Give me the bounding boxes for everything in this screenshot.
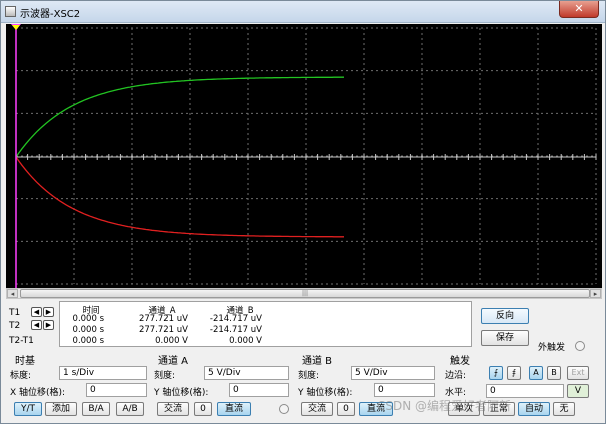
channel-b-scale-field[interactable]: 5 V/Div — [351, 366, 435, 380]
timebase-scale-label: 标度: — [10, 371, 32, 381]
reverse-button[interactable]: 反向 — [481, 308, 529, 324]
channel-a-scale-label: 刻度: — [154, 371, 176, 381]
oscilloscope-window: 示波器-XSC2 ✕ ◂ ||| ▸ T1 ◀ ▶ T2 ◀ ▶ T2-T1 时… — [0, 0, 606, 424]
readout-t2-channel-b: -214.717 uV — [209, 325, 262, 335]
ext-trigger-radio[interactable] — [575, 341, 585, 351]
scroll-right-icon[interactable]: ▸ — [590, 289, 601, 298]
mode-ba-button[interactable]: B/A — [82, 402, 110, 416]
ext-trigger-label: 外触发 — [538, 343, 566, 353]
channel-b-ac-button[interactable]: 交流 — [301, 402, 333, 416]
channel-a-gnd-button[interactable]: 0 — [194, 402, 212, 416]
readout-t1-time: 0.000 s — [72, 314, 104, 324]
t1-label: T1 — [9, 308, 21, 318]
channel-a-dc-button[interactable]: 直流 — [217, 402, 251, 416]
channel-b-scale-label: 刻度: — [298, 371, 320, 381]
trigger-source-b-button[interactable]: B — [547, 366, 561, 380]
window-title: 示波器-XSC2 — [20, 9, 81, 20]
timebase-xpos-label: X 轴位移(格): — [10, 388, 66, 398]
timebase-scale-field[interactable]: 1 s/Div — [59, 366, 147, 380]
mode-add-button[interactable]: 添加 — [45, 402, 77, 416]
t2-right-arrow-icon[interactable]: ▶ — [43, 320, 54, 330]
trigger-edge-label: 边沿: — [445, 371, 467, 381]
trigger-title: 触发 — [450, 356, 470, 367]
channel-a-ypos-field[interactable]: 0 — [229, 383, 289, 397]
readout-diff-channel-b: 0.000 V — [229, 336, 262, 346]
t2-left-arrow-icon[interactable]: ◀ — [31, 320, 42, 330]
trigger-auto-button[interactable]: 自动 — [518, 402, 550, 416]
trigger-level-field[interactable]: 0 — [486, 384, 564, 398]
channel-a-scale-field[interactable]: 5 V/Div — [204, 366, 289, 380]
csdn-watermark: CSDN @编程爱好者阿新 — [377, 399, 512, 413]
readout-t1-channel-b: -214.717 uV — [209, 314, 262, 324]
oscilloscope-display — [6, 24, 602, 288]
trigger-level-unit: V — [567, 384, 589, 398]
channel-a-title: 通道 A — [158, 356, 189, 367]
readout-diff-time: 0.000 s — [72, 336, 104, 346]
readout-t2-channel-a: 277.721 uV — [138, 325, 188, 335]
grip-icon: ||| — [301, 290, 309, 297]
mode-ab-button[interactable]: A/B — [116, 402, 144, 416]
measurement-readout: 时间 通道_A 通道_B 0.000 s 277.721 uV -214.717… — [59, 301, 472, 347]
timebase-xpos-field[interactable]: 0 — [86, 383, 147, 397]
cursor-controls: T1 ◀ ▶ T2 ◀ ▶ T2-T1 — [9, 301, 59, 347]
rising-edge-icon[interactable]: ⨍ — [489, 366, 503, 380]
trigger-none-button[interactable]: 无 — [553, 402, 575, 416]
falling-edge-icon[interactable]: ⨎ — [507, 366, 521, 380]
trigger-source-a-button[interactable]: A — [529, 366, 543, 380]
close-button[interactable]: ✕ — [559, 1, 599, 18]
t2-label: T2 — [9, 321, 21, 331]
app-icon — [5, 6, 16, 17]
time-scrollbar[interactable]: ◂ ||| ▸ — [6, 288, 602, 299]
channel-a-ypos-label: Y 轴位移(格): — [154, 388, 209, 398]
waveform-canvas — [6, 24, 602, 288]
t1-right-arrow-icon[interactable]: ▶ — [43, 307, 54, 317]
channel-b-title: 通道 B — [302, 356, 333, 367]
channel-a-radio[interactable] — [279, 404, 289, 414]
title-bar[interactable]: 示波器-XSC2 ✕ — [1, 1, 605, 23]
t1-left-arrow-icon[interactable]: ◀ — [31, 307, 42, 317]
readout-t1-channel-a: 277.721 uV — [138, 314, 188, 324]
channel-b-ypos-label: Y 轴位移(格): — [298, 388, 353, 398]
t2-t1-label: T2-T1 — [9, 336, 34, 346]
save-button[interactable]: 保存 — [481, 330, 529, 346]
mode-yt-button[interactable]: Y/T — [14, 402, 42, 416]
trigger-source-ext-button[interactable]: Ext — [567, 366, 589, 380]
scroll-thumb[interactable]: ||| — [20, 289, 590, 298]
channel-b-ypos-field[interactable]: 0 — [374, 383, 435, 397]
readout-t2-time: 0.000 s — [72, 325, 104, 335]
timebase-title: 时基 — [15, 356, 35, 367]
scroll-left-icon[interactable]: ◂ — [7, 289, 18, 298]
channel-a-ac-button[interactable]: 交流 — [157, 402, 189, 416]
channel-b-gnd-button[interactable]: 0 — [337, 402, 355, 416]
readout-diff-channel-a: 0.000 V — [155, 336, 188, 346]
